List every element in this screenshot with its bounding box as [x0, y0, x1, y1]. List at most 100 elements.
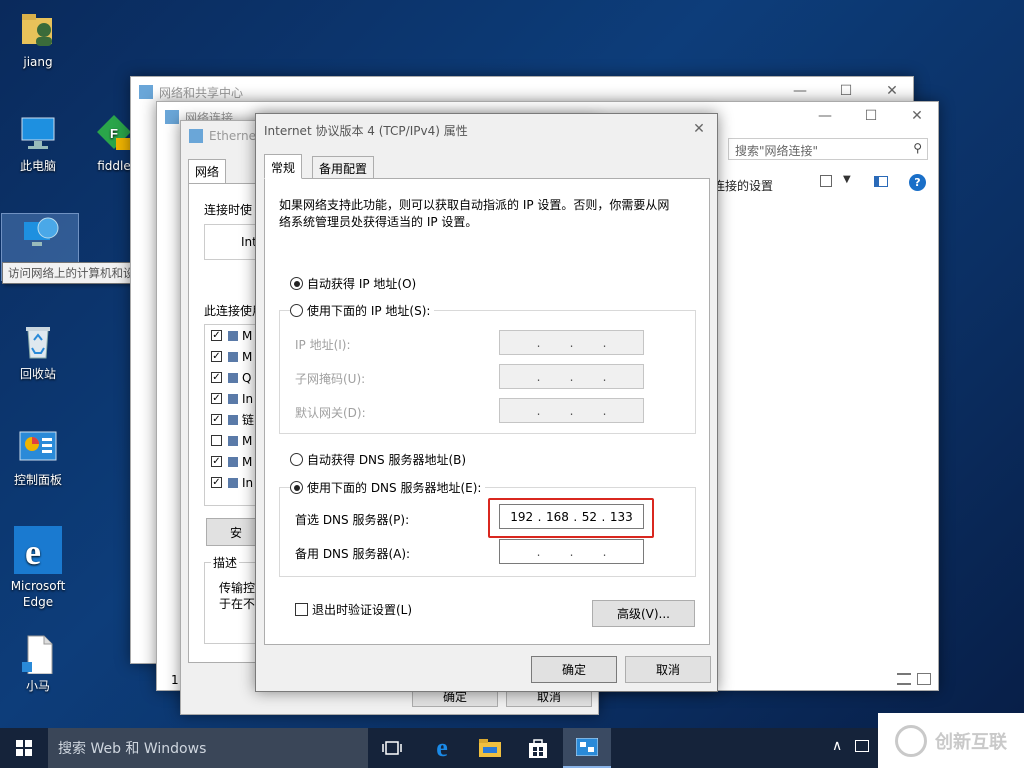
svg-text:e: e [25, 532, 41, 572]
alternate-dns-field[interactable]: ... [499, 539, 644, 564]
chevron-down-icon[interactable]: ▼ [843, 174, 851, 185]
desktop-icon-label: 回收站 [19, 367, 56, 381]
taskbar-explorer-button[interactable] [466, 728, 514, 768]
desktop-icon-control-panel[interactable]: 控制面板 [0, 428, 76, 488]
details-view-icon[interactable] [897, 673, 911, 685]
gateway-label: 默认网关(D): [295, 406, 366, 420]
dns-octet-2: 168 [545, 509, 569, 524]
ip-address-label: IP 地址(I): [295, 338, 351, 352]
radio-selected-icon [290, 481, 303, 494]
checkbox-unchecked-icon[interactable] [211, 435, 222, 446]
desktop-icon-edge[interactable]: e Microsoft Edge [0, 526, 76, 610]
control-panel-icon [18, 428, 58, 468]
desktop-icon-recycle-bin[interactable]: 回收站 [0, 322, 76, 382]
checkbox-checked-icon[interactable]: ✓ [211, 351, 222, 362]
watermark-text: 创新互联 [935, 731, 1007, 753]
show-hidden-icons-chevron-icon[interactable]: ∧ [832, 738, 842, 754]
dialog-title: Internet 协议版本 4 (TCP/IPv4) 属性 [264, 123, 468, 138]
checkbox-checked-icon[interactable]: ✓ [211, 372, 222, 383]
preferred-dns-field[interactable]: 192. 168. 52. 133 [499, 504, 644, 529]
checkbox-checked-icon[interactable]: ✓ [211, 414, 222, 425]
checkbox-unchecked-icon [295, 603, 308, 616]
list-item-label: M [242, 328, 253, 343]
task-view-button[interactable] [368, 728, 416, 768]
page-number: 1 [171, 673, 179, 687]
window-title: Ethernet [209, 129, 261, 143]
description-line2: 于在不 [219, 597, 256, 611]
checkbox-checked-icon[interactable]: ✓ [211, 456, 222, 467]
minimize-button[interactable]: — [802, 102, 848, 130]
dns-octet-3: 52 [581, 509, 597, 524]
taskbar-search-box[interactable]: 搜索 Web 和 Windows [48, 728, 368, 768]
auto-ip-radio[interactable]: 自动获得 IP 地址(O) [290, 275, 416, 292]
preview-pane-icon[interactable] [874, 176, 888, 187]
fiddler-icon: F [94, 114, 134, 154]
auto-dns-radio[interactable]: 自动获得 DNS 服务器地址(B) [290, 451, 466, 468]
ipv4-properties-dialog[interactable]: Internet 协议版本 4 (TCP/IPv4) 属性 ✕ 常规 备用配置 … [255, 113, 718, 692]
checkbox-checked-icon[interactable]: ✓ [211, 477, 222, 488]
taskbar-network-app-button[interactable] [563, 728, 611, 768]
preferred-dns-label: 首选 DNS 服务器(P): [295, 513, 410, 527]
desktop-icon-xiaoma[interactable]: 小马 [0, 634, 76, 694]
ip-address-field: ... [499, 330, 644, 355]
gateway-field: ... [499, 398, 644, 423]
component-icon [228, 414, 238, 425]
view-options-icon[interactable] [820, 175, 832, 187]
close-button[interactable]: ✕ [894, 102, 940, 130]
help-icon[interactable]: ? [909, 174, 926, 191]
maximize-button[interactable]: ☐ [848, 102, 894, 130]
ok-button[interactable]: 确定 [531, 656, 617, 683]
list-item-label: M [242, 433, 253, 448]
tab-general[interactable]: 常规 [264, 154, 303, 179]
list-item-label: 链 [242, 413, 255, 427]
computer-icon [18, 114, 58, 154]
auto-dns-label: 自动获得 DNS 服务器地址(B) [307, 453, 467, 467]
dns-octet-4: 133 [609, 509, 633, 524]
advanced-button[interactable]: 高级(V)... [592, 600, 695, 627]
checkbox-checked-icon[interactable]: ✓ [211, 330, 222, 341]
component-icon [228, 456, 238, 467]
validate-label: 退出时验证设置(L) [312, 603, 413, 617]
desktop-icon-label: 小马 [25, 679, 50, 693]
list-item-label: In [242, 391, 254, 406]
network-tray-icon[interactable] [855, 740, 869, 752]
taskbar-search-text: 搜索 Web 和 Windows [58, 741, 207, 757]
desktop-icon-this-pc[interactable]: 此电脑 [0, 114, 76, 174]
component-icon [228, 351, 238, 362]
large-icons-view-icon[interactable] [917, 673, 931, 685]
manual-dns-label: 使用下面的 DNS 服务器地址(E): [307, 481, 482, 495]
radio-unselected-icon [290, 453, 303, 466]
radio-selected-icon [290, 277, 303, 290]
cancel-button[interactable]: 取消 [625, 656, 711, 683]
desktop-icon-jiang[interactable]: jiang [0, 10, 76, 70]
window-app-icon [139, 85, 153, 99]
tab-network[interactable]: 网络 [188, 159, 227, 184]
radio-unselected-icon [290, 304, 303, 317]
folder-icon [479, 739, 501, 757]
task-view-icon [382, 741, 402, 755]
windows-logo-icon [16, 740, 32, 756]
validate-on-exit-checkbox[interactable]: 退出时验证设置(L) [295, 601, 412, 618]
ipv4-titlebar: Internet 协议版本 4 (TCP/IPv4) 属性 [256, 114, 717, 146]
description-line1: 传输控 [219, 581, 256, 595]
manual-ip-radio[interactable]: 使用下面的 IP 地址(S): [290, 302, 435, 319]
tab-alternate-config[interactable]: 备用配置 [312, 156, 375, 179]
watermark-logo: 创新互联 [878, 713, 1024, 768]
taskbar-edge-button[interactable]: e [418, 728, 466, 768]
toolbar-settings-text[interactable]: 连接的设置 [713, 177, 773, 194]
connect-using-label: 连接时使 [204, 203, 253, 217]
search-box[interactable]: 搜索"网络连接" ⚲ [728, 138, 928, 160]
taskbar-store-button[interactable] [514, 728, 562, 768]
file-icon [18, 634, 58, 675]
user-folder-icon [18, 10, 58, 50]
start-button[interactable] [0, 728, 48, 768]
close-button[interactable]: ✕ [682, 115, 716, 143]
search-icon: ⚲ [913, 141, 922, 155]
list-item-label: In [242, 475, 254, 490]
manual-dns-radio[interactable]: 使用下面的 DNS 服务器地址(E): [290, 479, 486, 496]
checkbox-checked-icon[interactable]: ✓ [211, 393, 222, 404]
desktop-icon-label: 此电脑 [19, 159, 56, 173]
network-globe-icon [20, 214, 60, 254]
component-icon [228, 330, 238, 341]
list-item-label: M [242, 349, 253, 364]
